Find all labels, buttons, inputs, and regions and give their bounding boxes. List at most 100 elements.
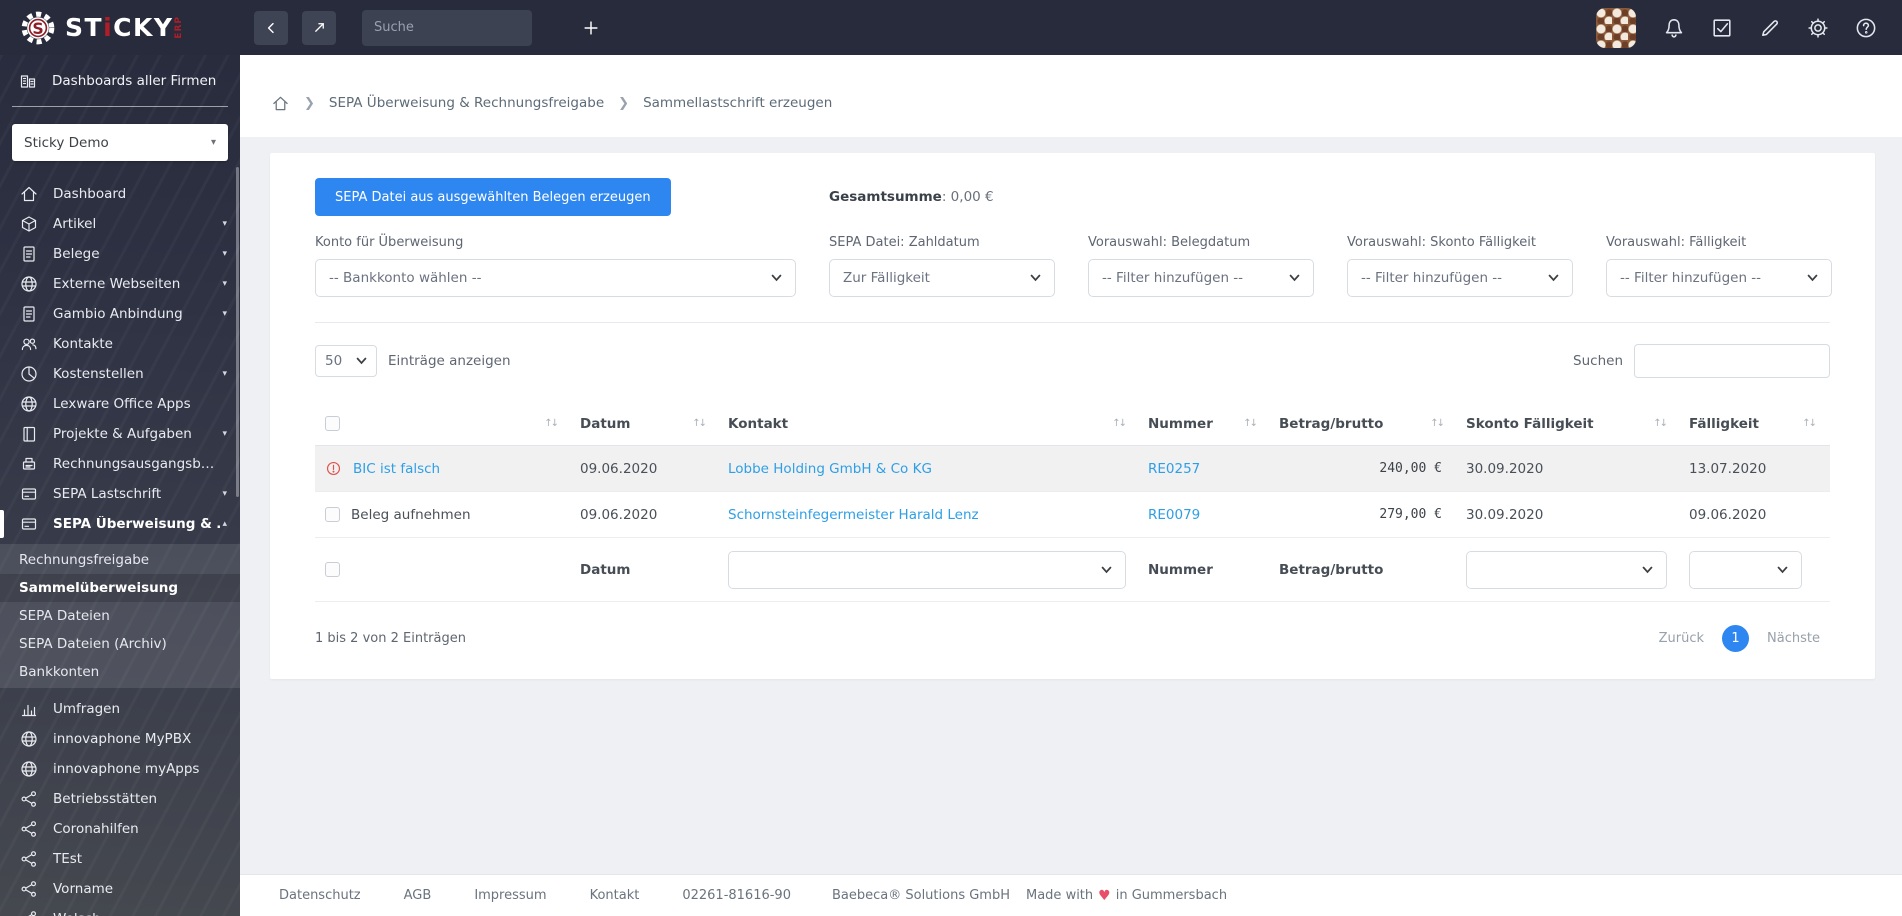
sidebar-item[interactable]: Belege ▾ xyxy=(0,239,240,269)
sidebar-item[interactable]: innovaphone MyPBX xyxy=(0,724,240,754)
sidebar-subitem[interactable]: SEPA Dateien (Archiv) xyxy=(0,630,240,658)
table-info: 1 bis 2 von 2 Einträgen xyxy=(315,631,466,646)
share-icon xyxy=(19,849,39,869)
row-nummer-link[interactable]: RE0257 xyxy=(1148,461,1200,477)
pagination-page-1[interactable]: 1 xyxy=(1722,625,1750,652)
settings-button[interactable] xyxy=(1806,16,1830,40)
back-button[interactable] xyxy=(254,10,288,45)
bell-icon xyxy=(1665,18,1683,38)
sidebar-subitem[interactable]: Sammelüberweisung xyxy=(0,574,240,602)
column-header-skonto[interactable]: Skonto Fälligkeit ↑↓ xyxy=(1456,416,1679,432)
sidebar-subitem[interactable]: Bankkonten xyxy=(0,658,240,686)
column-header-kontakt[interactable]: Kontakt ↑↓ xyxy=(718,416,1138,432)
column-header-betrag[interactable]: Betrag/brutto ↑↓ xyxy=(1269,416,1456,432)
breadcrumb-item[interactable]: SEPA Überweisung & Rechnungsfreigabe xyxy=(329,95,604,111)
sidebar-item[interactable]: Externe Webseiten ▾ xyxy=(0,269,240,299)
filter-select-value: -- Filter hinzufügen -- xyxy=(1361,270,1503,286)
user-avatar[interactable] xyxy=(1596,7,1636,48)
row-status-label: Beleg aufnehmen xyxy=(351,506,471,523)
pagination-next-button[interactable]: Nächste xyxy=(1757,625,1830,652)
filter-select[interactable]: -- Bankkonto wählen -- xyxy=(315,259,796,297)
footer-link[interactable]: Impressum xyxy=(474,888,546,903)
footer-link[interactable]: AGB xyxy=(404,888,432,903)
chevron-down-icon xyxy=(1548,274,1559,282)
sidebar-item[interactable]: innovaphone myApps xyxy=(0,754,240,784)
sidebar-item[interactable]: SEPA Lastschrift ▾ xyxy=(0,479,240,509)
row-checkbox[interactable] xyxy=(325,507,340,522)
pagination-prev-button[interactable]: Zurück xyxy=(1649,625,1714,652)
skonto-filter-select[interactable] xyxy=(1466,550,1667,589)
tasks-button[interactable] xyxy=(1710,16,1734,40)
row-datum: 09.06.2020 xyxy=(580,460,658,477)
sidebar-subitem-label: Rechnungsfreigabe xyxy=(19,552,150,568)
filter-select[interactable]: -- Filter hinzufügen -- xyxy=(1347,259,1573,297)
users-icon xyxy=(19,334,39,354)
sidebar-item[interactable]: Kostenstellen ▾ xyxy=(0,359,240,389)
sidebar-item-label: Welsch xyxy=(53,911,101,916)
filter-select[interactable]: -- Filter hinzufügen -- xyxy=(1088,259,1314,297)
sidebar-subitem[interactable]: SEPA Dateien xyxy=(0,602,240,630)
sidebar-item[interactable]: Betriebsstätten xyxy=(0,784,240,814)
filter-row-checkbox[interactable] xyxy=(325,562,340,577)
create-sepa-file-button[interactable]: SEPA Datei aus ausgewählten Belegen erze… xyxy=(315,178,671,216)
footer-link[interactable]: Kontakt xyxy=(590,888,640,903)
caret-icon: ▴ xyxy=(222,519,227,529)
expand-button[interactable] xyxy=(302,10,336,45)
column-header-nummer[interactable]: Nummer ↑↓ xyxy=(1138,416,1269,432)
sidebar-item[interactable]: TEst xyxy=(0,844,240,874)
kontakt-filter-select[interactable] xyxy=(728,550,1126,589)
caret-icon: ▾ xyxy=(222,219,227,229)
table-search-input[interactable] xyxy=(1634,344,1830,378)
sidebar-item[interactable]: Welsch xyxy=(0,904,240,916)
row-betrag: 279,00 € xyxy=(1379,507,1442,522)
help-button[interactable] xyxy=(1854,16,1878,40)
footer-link[interactable]: Datenschutz xyxy=(279,888,361,903)
sort-icon[interactable]: ↑↓ xyxy=(544,418,559,429)
column-header-datum[interactable]: Datum ↑↓ xyxy=(570,416,718,432)
sidebar-item[interactable]: Dashboard xyxy=(0,179,240,209)
sidebar-item[interactable]: Coronahilfen xyxy=(0,814,240,844)
chevron-right-icon: ❯ xyxy=(618,95,630,111)
row-status-link[interactable]: BIC ist falsch xyxy=(353,461,440,477)
sidebar-item[interactable]: Gambio Anbindung ▾ xyxy=(0,299,240,329)
sidebar-scrollbar[interactable] xyxy=(236,167,239,497)
edit-button[interactable] xyxy=(1758,16,1782,40)
globe-icon xyxy=(19,759,39,779)
row-kontakt-link[interactable]: Schornsteinfegermeister Harald Lenz xyxy=(728,507,979,523)
app-logo[interactable]: S STiCKY ERP xyxy=(0,0,240,55)
company-select[interactable]: Sticky Demo ▾ xyxy=(12,124,228,161)
row-nummer-link[interactable]: RE0079 xyxy=(1148,507,1200,523)
filter-select[interactable]: Zur Fälligkeit xyxy=(829,259,1055,297)
sidebar-item-label: SEPA Lastschrift xyxy=(53,486,162,502)
sidebar-item[interactable]: Umfragen xyxy=(0,694,240,724)
org-icon xyxy=(18,71,38,91)
sidebar-item-label: Vorname xyxy=(53,881,114,897)
row-kontakt-link[interactable]: Lobbe Holding GmbH & Co KG xyxy=(728,461,932,477)
sidebar-item[interactable]: Kontakte xyxy=(0,329,240,359)
add-tab-button[interactable] xyxy=(582,19,600,37)
filter-label: Konto für Überweisung xyxy=(315,235,464,250)
filter-label: Vorauswahl: Skonto Fälligkeit xyxy=(1347,235,1536,250)
printer-icon xyxy=(19,454,39,474)
home-icon[interactable] xyxy=(271,94,290,113)
row-skonto: 30.09.2020 xyxy=(1466,460,1544,477)
faelligkeit-filter-select[interactable] xyxy=(1689,550,1802,589)
select-all-checkbox[interactable] xyxy=(325,416,340,431)
sidebar-item[interactable]: Lexware Office Apps xyxy=(0,389,240,419)
chevron-down-icon xyxy=(1101,566,1112,574)
footer-phone[interactable]: 02261-81616-90 xyxy=(682,888,791,903)
page-size-select[interactable]: 50 xyxy=(315,345,377,377)
filter-select-value: -- Bankkonto wählen -- xyxy=(329,270,482,286)
sidebar-item[interactable]: Artikel ▾ xyxy=(0,209,240,239)
sidebar-item[interactable]: SEPA Überweisung & … ▴ xyxy=(0,509,240,539)
global-search-input[interactable] xyxy=(362,9,532,46)
sidebar-item-dashboards-aller-firmen[interactable]: Dashboards aller Firmen xyxy=(12,61,228,107)
notifications-button[interactable] xyxy=(1662,16,1686,40)
column-header-faelligkeit[interactable]: Fälligkeit ↑↓ xyxy=(1679,416,1828,432)
sidebar-item[interactable]: Rechnungsausgangsb… xyxy=(0,449,240,479)
filter-row-nummer-label: Nummer xyxy=(1148,561,1213,578)
sidebar-subitem[interactable]: Rechnungsfreigabe xyxy=(0,546,240,574)
filter-select[interactable]: -- Filter hinzufügen -- xyxy=(1606,259,1832,297)
sidebar-item[interactable]: Projekte & Aufgaben ▾ xyxy=(0,419,240,449)
sidebar-item[interactable]: Vorname xyxy=(0,874,240,904)
